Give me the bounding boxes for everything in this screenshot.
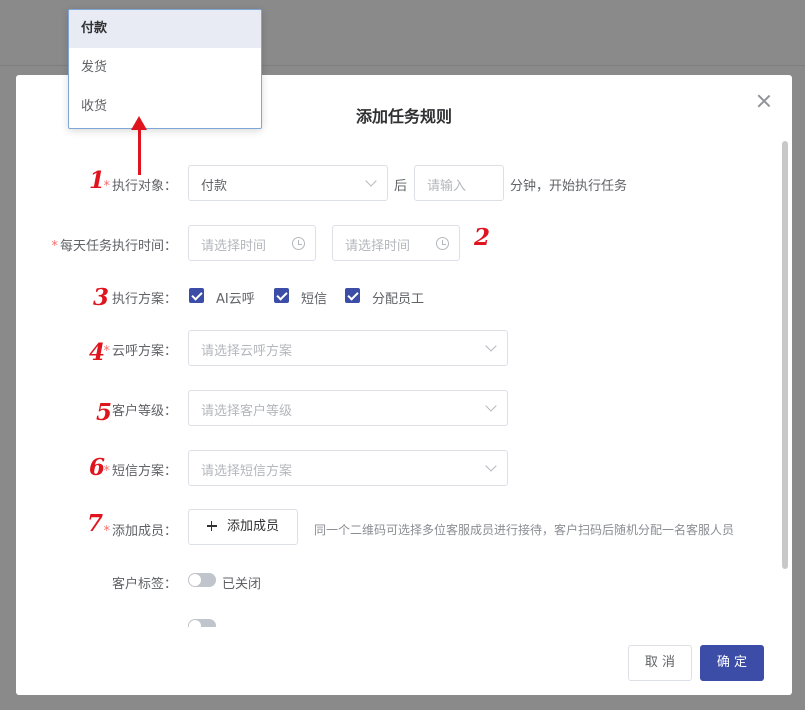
minutes-suffix: 分钟，开始执行任务 (510, 179, 628, 194)
members-hint: 同一个二维码可选择多位客服成员进行接待，客户扫码后随机分配一名客服人员 (314, 523, 735, 537)
chevron-down-icon (485, 400, 497, 412)
annotation-step-4: 4 (89, 339, 106, 366)
members-label: * 添加成员： (103, 524, 177, 539)
annotation-step-1: 1 (89, 167, 106, 194)
target-label: * 执行对象： (103, 179, 177, 194)
checkbox-sms-label: 短信 (301, 292, 328, 307)
scrolled-row-switch[interactable] (188, 619, 216, 627)
start-time-placeholder: 请选择时间 (201, 239, 267, 254)
chevron-down-icon (485, 340, 497, 352)
customer-level-label: 客户等级： (111, 404, 177, 419)
annotation-step-7: 7 (87, 510, 104, 537)
checkbox-assign-staff[interactable] (345, 288, 360, 303)
dropdown-option-ship[interactable]: 发货 (69, 49, 261, 87)
confirm-button[interactable]: 确 定 (700, 645, 764, 681)
target-select-value: 付款 (201, 179, 228, 194)
end-time-placeholder: 请选择时间 (345, 239, 411, 254)
scrolled-row-fragment (16, 615, 792, 627)
clock-icon (292, 237, 305, 250)
add-member-button-label: 添加成员 (226, 519, 279, 534)
after-text: 后 (394, 179, 408, 194)
end-time-picker[interactable]: 请选择时间 (332, 225, 460, 261)
cloud-call-plan-select[interactable]: 请选择云呼方案 (188, 330, 508, 366)
dropdown-option-receive[interactable]: 收货 (69, 88, 261, 126)
daily-time-label: * 每天任务执行时间： (51, 239, 177, 254)
sms-plan-label: * 短信方案： (103, 464, 177, 479)
checkbox-assign-staff-label: 分配员工 (372, 292, 425, 307)
customer-level-select[interactable]: 请选择客户等级 (188, 390, 508, 426)
sms-plan-placeholder: 请选择短信方案 (201, 464, 293, 479)
plan-label: 执行方案： (111, 292, 177, 307)
cloud-call-plan-label: * 云呼方案： (103, 344, 177, 359)
annotation-step-3: 3 (93, 284, 110, 311)
annotation-arrow-line (138, 128, 141, 175)
cancel-button[interactable]: 取 消 (628, 645, 692, 681)
minutes-input-placeholder: 请输入 (427, 179, 467, 194)
customer-tag-switch[interactable] (188, 573, 216, 587)
annotation-step-2: 2 (474, 224, 491, 251)
checkbox-sms[interactable] (274, 288, 289, 303)
cloud-call-plan-placeholder: 请选择云呼方案 (201, 344, 293, 359)
target-dropdown-menu: 付款 发货 收货 (68, 9, 262, 129)
checkbox-ai-call-label: AI云呼 (216, 292, 255, 307)
plus-icon (206, 521, 217, 531)
customer-tag-label: 客户标签： (111, 577, 177, 592)
dropdown-option-pay[interactable]: 付款 (69, 10, 261, 48)
add-task-rule-dialog: 添加任务规则 * 执行对象： 付款 后 请输入 分钟，开始执行任务 * 每天任务执行… (16, 75, 792, 695)
minutes-input[interactable]: 请输入 (414, 165, 504, 201)
annotation-step-6: 6 (89, 454, 106, 481)
chevron-down-icon (485, 460, 497, 472)
start-time-picker[interactable]: 请选择时间 (188, 225, 316, 261)
customer-level-placeholder: 请选择客户等级 (201, 404, 293, 419)
add-member-button[interactable]: 添加成员 (188, 509, 298, 545)
customer-tag-status: 已关闭 (222, 577, 262, 592)
checkbox-ai-call[interactable] (189, 288, 204, 303)
chevron-down-icon (365, 175, 377, 187)
dialog-scrollbar[interactable] (782, 141, 788, 569)
close-icon[interactable] (756, 93, 772, 109)
target-select[interactable]: 付款 (188, 165, 388, 201)
clock-icon (436, 237, 449, 250)
annotation-step-5: 5 (96, 399, 113, 426)
sms-plan-select[interactable]: 请选择短信方案 (188, 450, 508, 486)
